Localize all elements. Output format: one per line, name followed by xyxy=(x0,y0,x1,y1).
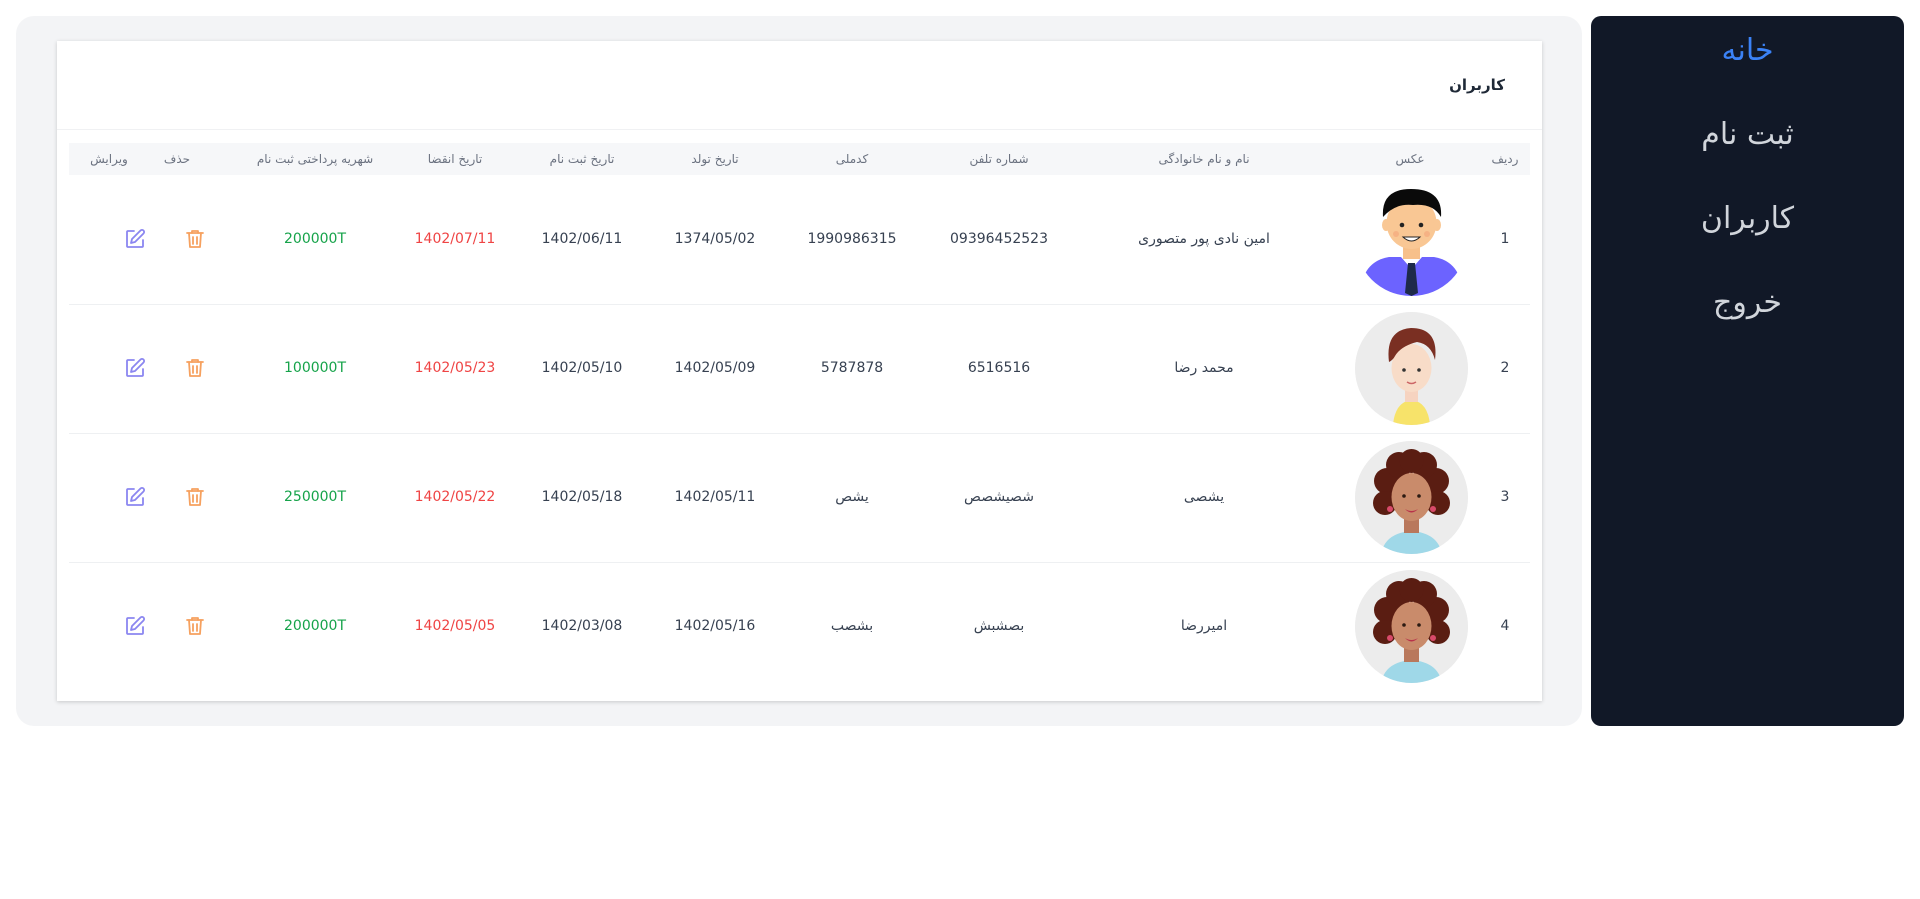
header-delete: حذف xyxy=(163,152,191,166)
nav-item-logout[interactable]: خروج xyxy=(1591,288,1904,318)
cell-phone: شصیشصص xyxy=(964,489,1034,505)
cell-national-code: 1990986315 xyxy=(807,231,897,247)
header-edit: ویرایش xyxy=(90,152,128,166)
curly-hair-woman-avatar xyxy=(1355,570,1468,683)
header-national-code: کدملی xyxy=(835,152,869,166)
cell-fee: 250000T xyxy=(284,489,346,505)
cell-fee: 200000T xyxy=(284,231,346,247)
main-panel: کاربران ردیف عکس نام و نام خانوادگی شمار… xyxy=(16,16,1582,726)
cell-expire-date: 1402/07/11 xyxy=(414,231,496,247)
edit-icon[interactable] xyxy=(123,485,147,509)
header-phone: شماره تلفن xyxy=(969,152,1029,166)
cell-name: امیررضا xyxy=(1180,618,1228,634)
cell-register-date: 1402/06/11 xyxy=(541,231,623,247)
trash-icon[interactable] xyxy=(183,356,207,380)
header-birth-date: تاریخ تولد xyxy=(691,152,739,166)
man-with-tie-avatar xyxy=(1355,183,1468,296)
cell-phone: بصشبش xyxy=(973,618,1025,634)
nav-item-home[interactable]: خانه xyxy=(1591,36,1904,66)
edit-icon[interactable] xyxy=(123,356,147,380)
nav-item-users[interactable]: کاربران xyxy=(1591,204,1904,234)
trash-icon[interactable] xyxy=(183,614,207,638)
cell-birth-date: 1402/05/11 xyxy=(674,489,756,505)
cell-national-code: بشصب xyxy=(830,618,874,634)
cell-index: 1 xyxy=(1500,231,1510,247)
table-row: 4 امیررضا بصشبش بشصب 1402/05/16 1402/03/… xyxy=(69,562,1530,691)
cell-expire-date: 1402/05/05 xyxy=(414,618,496,634)
cell-national-code: 5787878 xyxy=(820,360,884,376)
cell-national-code: یشص xyxy=(835,489,869,505)
cell-phone: 6516516 xyxy=(967,360,1031,376)
table-header: ردیف عکس نام و نام خانوادگی شماره تلفن ک… xyxy=(69,143,1530,175)
header-index: ردیف xyxy=(1491,152,1519,166)
header-register-date: تاریخ ثبت نام xyxy=(549,152,615,166)
cell-expire-date: 1402/05/23 xyxy=(414,360,496,376)
table-row: 2 محمد رضا 6516516 5787878 1402/05/09 14… xyxy=(69,304,1530,434)
table-row: 3 یشصی شصیشصص یشص 1402/05/11 1402/05/18 … xyxy=(69,433,1530,563)
sidebar: خانه ثبت نام کاربران خروج xyxy=(1591,16,1904,726)
table-row: 1 امین نادی پور متصوری 09396452523 19909… xyxy=(69,175,1530,305)
cell-index: 2 xyxy=(1500,360,1510,376)
trash-icon[interactable] xyxy=(183,485,207,509)
cell-phone: 09396452523 xyxy=(950,231,1048,247)
card-header: کاربران xyxy=(57,41,1542,130)
header-expire-date: تاریخ انقضا xyxy=(427,152,483,166)
cell-register-date: 1402/05/18 xyxy=(541,489,623,505)
cell-index: 4 xyxy=(1500,618,1510,634)
edit-icon[interactable] xyxy=(123,227,147,251)
trash-icon[interactable] xyxy=(183,227,207,251)
boy-avatar xyxy=(1355,312,1468,425)
page-title: کاربران xyxy=(1449,76,1505,94)
cell-birth-date: 1374/05/02 xyxy=(674,231,756,247)
cell-birth-date: 1402/05/16 xyxy=(674,618,756,634)
header-photo: عکس xyxy=(1395,152,1425,166)
cell-register-date: 1402/05/10 xyxy=(541,360,623,376)
header-fee: شهریه پرداختی ثبت نام xyxy=(256,152,374,166)
cell-expire-date: 1402/05/22 xyxy=(414,489,496,505)
cell-name: محمد رضا xyxy=(1174,360,1234,376)
cell-fee: 100000T xyxy=(284,360,346,376)
users-card: کاربران ردیف عکس نام و نام خانوادگی شمار… xyxy=(57,41,1542,701)
cell-index: 3 xyxy=(1500,489,1510,505)
cell-birth-date: 1402/05/09 xyxy=(674,360,756,376)
header-name: نام و نام خانوادگی xyxy=(1158,152,1250,166)
cell-fee: 200000T xyxy=(284,618,346,634)
cell-register-date: 1402/03/08 xyxy=(541,618,623,634)
nav-item-register[interactable]: ثبت نام xyxy=(1591,120,1904,150)
curly-hair-woman-avatar xyxy=(1355,441,1468,554)
cell-name: یشصی xyxy=(1183,489,1225,505)
cell-name: امین نادی پور متصوری xyxy=(1138,231,1270,247)
edit-icon[interactable] xyxy=(123,614,147,638)
